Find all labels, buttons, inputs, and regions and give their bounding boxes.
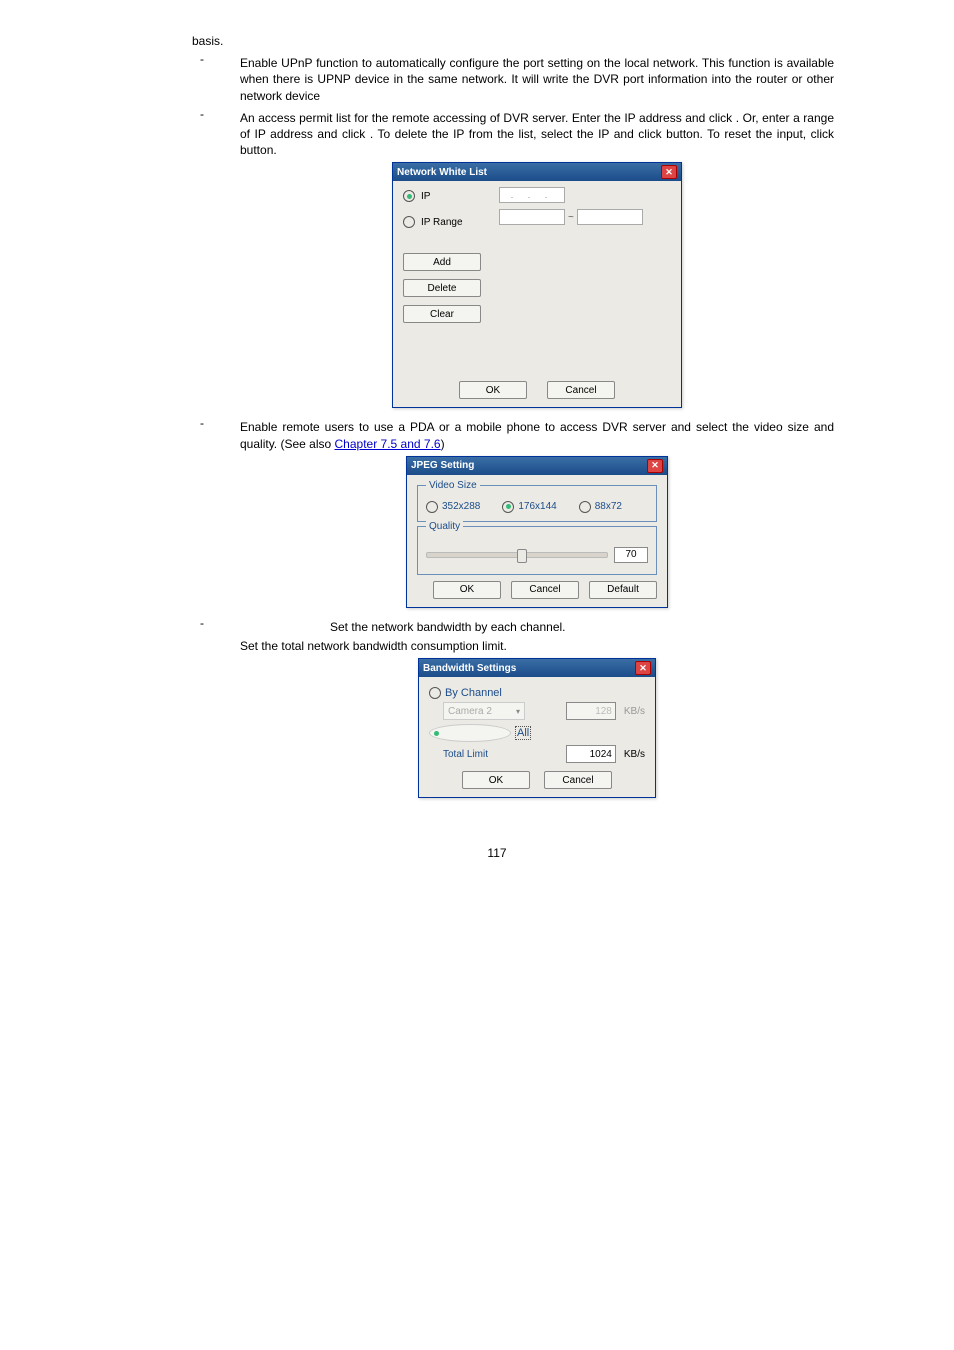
radio-88x72[interactable]: 88x72 [579, 501, 622, 513]
bullet-dash: - [160, 52, 240, 107]
upnp-body: Enable UPnP function to automatically co… [240, 55, 834, 104]
close-icon[interactable]: ✕ [661, 165, 677, 179]
chevron-down-icon: ▾ [516, 707, 520, 716]
radio-all[interactable]: All [429, 724, 645, 742]
item-jpeg: - Enable remote users to use a PDA or a … [160, 416, 834, 615]
cancel-button[interactable]: Cancel [511, 581, 579, 599]
videosize-fieldset: Video Size 352x288 176x144 88x72 [417, 485, 657, 522]
cancel-button[interactable]: Cancel [544, 771, 612, 789]
bullet-dash: - [160, 107, 240, 417]
radio-icon [403, 216, 415, 228]
bullet-dash: - [160, 416, 240, 615]
radio-icon [502, 501, 514, 513]
quality-slider[interactable] [426, 552, 608, 558]
radio-176x144[interactable]: 176x144 [502, 501, 556, 513]
radio-icon [579, 501, 591, 513]
bychannel-value: 128 [566, 702, 616, 720]
legend: Quality [426, 521, 463, 532]
ok-button[interactable]: OK [462, 771, 530, 789]
close-icon[interactable]: ✕ [647, 459, 663, 473]
radio-icon [429, 687, 441, 699]
item-upnp: - Enable UPnP function to automatically … [160, 52, 834, 107]
radio-by-channel[interactable]: By Channel [429, 687, 645, 699]
add-button[interactable]: Add [403, 253, 481, 271]
ip-input[interactable]: . . . [499, 187, 671, 203]
item-whitelist: - An access permit list for the remote a… [160, 107, 834, 417]
ip-label: IP [421, 191, 430, 202]
cancel-button[interactable]: Cancel [547, 381, 615, 399]
bw-line2: Set the total network bandwidth consumpt… [240, 638, 834, 654]
bw-line1: Set the network bandwidth by each channe… [240, 619, 834, 635]
dialog-title: JPEG Setting [411, 460, 474, 471]
iprange-input[interactable]: ~ [499, 209, 671, 225]
dialog-bandwidth-settings: Bandwidth Settings ✕ By Channel Camera 2… [418, 658, 656, 798]
dialog-title: Network White List [397, 167, 487, 178]
titlebar: Bandwidth Settings ✕ [419, 659, 655, 677]
slider-thumb-icon[interactable] [517, 549, 527, 563]
radio-icon [403, 190, 415, 202]
bullet-dash: - [160, 616, 240, 806]
unit-label: KB/s [624, 749, 645, 760]
whitelist-body: An access permit list for the remote acc… [240, 110, 834, 159]
close-icon[interactable]: ✕ [635, 661, 651, 675]
iprange-label: IP Range [421, 217, 463, 228]
dialog-network-whitelist: Network White List ✕ IP IP Range [392, 162, 682, 408]
radio-ip[interactable]: IP [403, 190, 481, 202]
radio-352x288[interactable]: 352x288 [426, 501, 480, 513]
default-button[interactable]: Default [589, 581, 657, 599]
camera-select: Camera 2▾ [443, 702, 525, 720]
ok-button[interactable]: OK [433, 581, 501, 599]
dialog-title: Bandwidth Settings [423, 663, 516, 674]
total-limit-value[interactable]: 1024 [566, 745, 616, 763]
quality-fieldset: Quality 70 [417, 526, 657, 575]
radio-iprange[interactable]: IP Range [403, 216, 481, 228]
radio-icon [429, 724, 511, 742]
item-bandwidth: - Set the network bandwidth by each chan… [160, 616, 834, 806]
quality-value[interactable]: 70 [614, 547, 648, 563]
basis-line: basis. [192, 33, 834, 49]
page-number: 117 [160, 846, 834, 860]
total-limit-label: Total Limit [443, 749, 488, 760]
titlebar: JPEG Setting ✕ [407, 457, 667, 475]
delete-button[interactable]: Delete [403, 279, 481, 297]
dialog-jpeg-setting: JPEG Setting ✕ Video Size 352x288 176x14… [406, 456, 668, 608]
ok-button[interactable]: OK [459, 381, 527, 399]
radio-icon [426, 501, 438, 513]
legend: Video Size [426, 480, 480, 491]
chapter-link[interactable]: Chapter 7.5 and 7.6 [335, 437, 441, 451]
jpeg-body: Enable remote users to use a PDA or a mo… [240, 419, 834, 451]
unit-label: KB/s [624, 706, 645, 717]
titlebar: Network White List ✕ [393, 163, 681, 181]
clear-button[interactable]: Clear [403, 305, 481, 323]
